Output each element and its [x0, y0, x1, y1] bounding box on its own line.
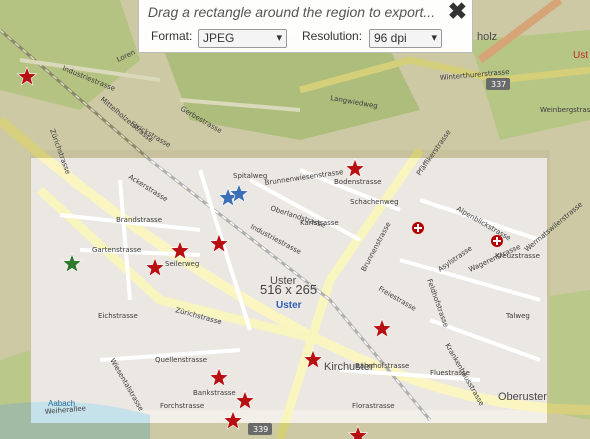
place-label-holz: holz — [477, 31, 497, 43]
close-icon[interactable]: ✖ — [448, 0, 467, 24]
chevron-down-icon: ▾ — [431, 32, 437, 44]
format-select[interactable]: JPEG ▾ — [198, 29, 287, 48]
street-label: Eichstrasse — [98, 312, 138, 320]
street-label: Bankstrasse — [193, 389, 236, 397]
hospital-icon — [491, 235, 503, 247]
street-label: Forchstrasse — [160, 402, 204, 410]
selection-dimensions: 516 x 265 — [260, 282, 317, 297]
resolution-label: Resolution: — [302, 29, 363, 43]
svg-text:339: 339 — [253, 425, 268, 434]
street-label: Florastrasse — [352, 402, 395, 410]
street-label: Bodenstrasse — [334, 178, 381, 186]
street-label: Seilerweg — [165, 260, 199, 268]
place-label-ust: Ust — [573, 50, 588, 61]
export-hint-text: Drag a rectangle around the region to ex… — [147, 4, 436, 20]
street-label: Brandstrasse — [116, 216, 162, 224]
hospital-icon — [412, 222, 424, 234]
export-panel: Drag a rectangle around the region to ex… — [138, 0, 473, 53]
street-label: Weinbergstrasse — [540, 106, 590, 114]
format-value: JPEG — [203, 31, 235, 45]
street-label: Gartenstrasse — [92, 246, 141, 254]
svg-text:337: 337 — [491, 80, 506, 89]
place-label-oberuster: Oberuster — [498, 391, 547, 403]
place-label-aabach: Aabach — [48, 399, 75, 408]
road-shield-337: 337 — [486, 78, 510, 90]
place-label-uster-blue: Uster — [276, 300, 302, 311]
street-label: Schachenweg — [350, 198, 399, 206]
resolution-select[interactable]: 96 dpi ▾ — [369, 29, 442, 48]
map-canvas[interactable]: Industriestrasse Loren Pfäffikerstrasse … — [0, 0, 590, 439]
street-label: Quellenstrasse — [155, 356, 207, 364]
street-label: Kreuzstrasse — [495, 252, 540, 260]
place-label-kirchuster: Kirchuster — [324, 361, 374, 373]
street-label: Spitalweg — [233, 172, 267, 180]
road-shield-339: 339 — [248, 423, 272, 435]
resolution-value: 96 dpi — [374, 31, 407, 45]
format-label: Format: — [151, 29, 193, 43]
street-label: Talweg — [505, 312, 530, 320]
chevron-down-icon: ▾ — [276, 32, 282, 44]
